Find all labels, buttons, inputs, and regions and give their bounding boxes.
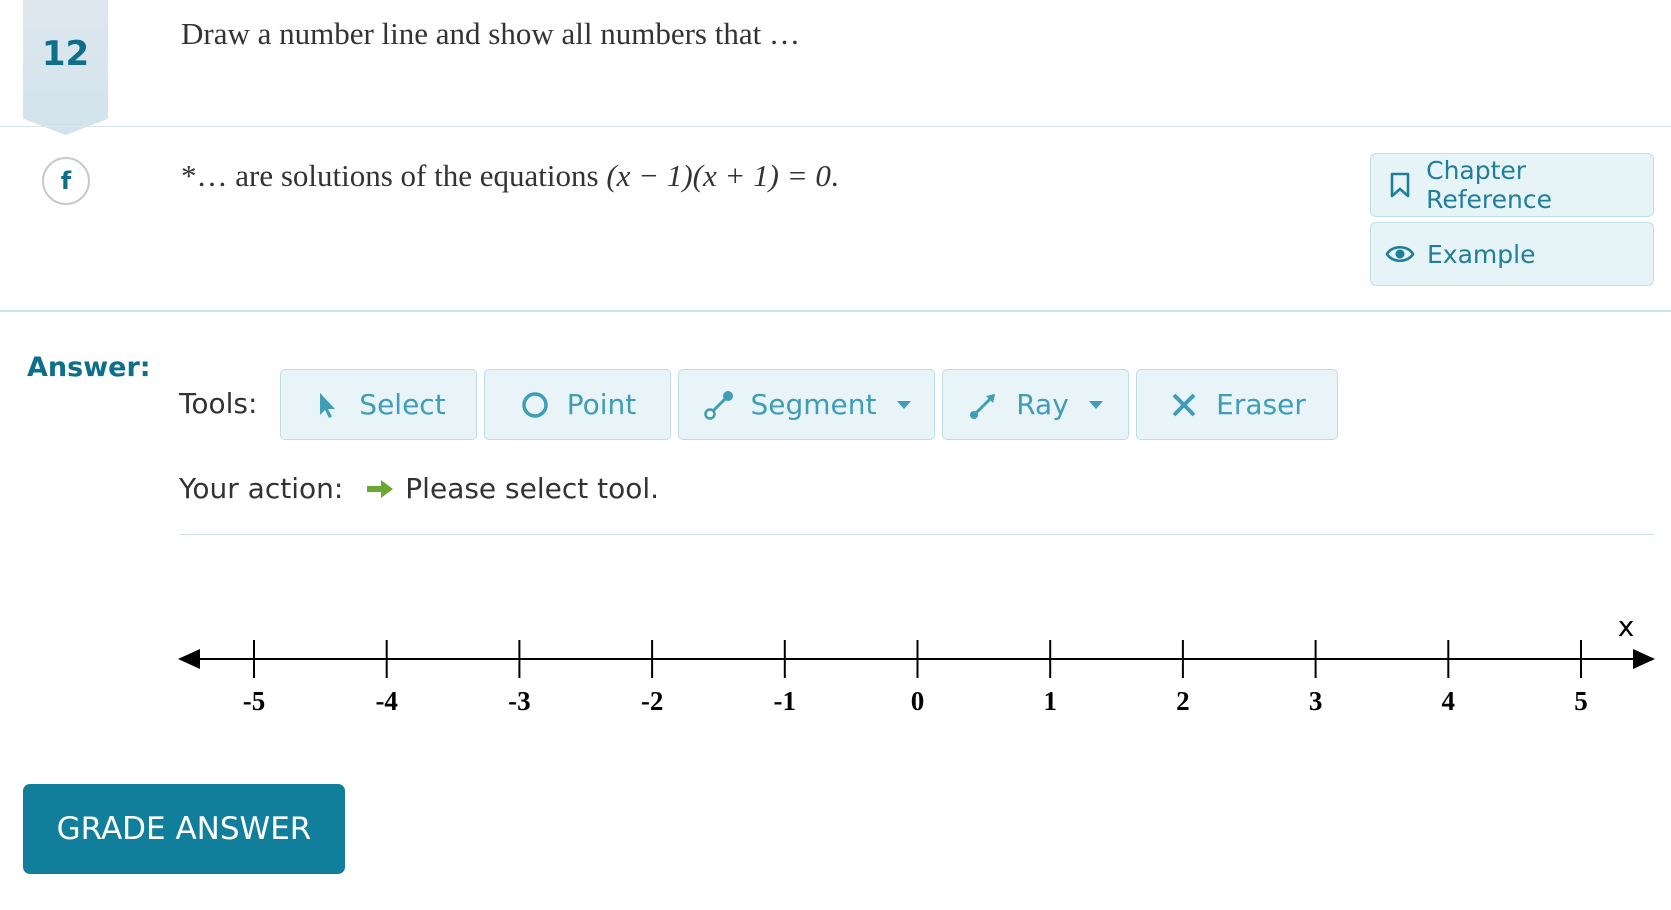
chapter-reference-button[interactable]: Chapter Reference bbox=[1370, 153, 1654, 217]
number-line-tick-label: -3 bbox=[508, 686, 531, 716]
segment-tool-label: Segment bbox=[750, 388, 877, 421]
number-line-tick-label: -1 bbox=[774, 686, 797, 716]
part-text: *… are solutions of the equations (x − 1… bbox=[181, 158, 839, 194]
number-line-tick-label: 2 bbox=[1176, 686, 1190, 716]
number-line-tick-label: -2 bbox=[641, 686, 664, 716]
bookmark-icon bbox=[1385, 170, 1414, 200]
segment-icon bbox=[703, 389, 735, 421]
answer-label: Answer: bbox=[27, 352, 151, 383]
action-status-row: Your action: Please select tool. bbox=[179, 472, 659, 505]
select-tool-button[interactable]: Select bbox=[280, 369, 477, 440]
ray-icon bbox=[968, 389, 1000, 421]
number-line-tick-label: 5 bbox=[1574, 686, 1588, 716]
number-line-tick-label: -4 bbox=[375, 686, 398, 716]
select-tool-label: Select bbox=[359, 388, 446, 421]
divider bbox=[0, 310, 1671, 312]
pointer-icon bbox=[311, 389, 343, 421]
number-line-tick-label: 4 bbox=[1442, 686, 1456, 716]
chevron-down-icon[interactable] bbox=[896, 400, 911, 409]
part-equation: (x − 1)(x + 1) = 0 bbox=[606, 158, 831, 193]
part-text-suffix: . bbox=[830, 158, 839, 193]
divider bbox=[0, 126, 1671, 127]
part-letter-badge: f bbox=[42, 157, 90, 205]
right-arrowhead bbox=[1633, 649, 1655, 669]
example-label: Example bbox=[1427, 239, 1536, 269]
exercise-page: 12 Draw a number line and show all numbe… bbox=[0, 0, 1671, 910]
number-line-tick-label: -5 bbox=[243, 686, 266, 716]
action-status: Please select tool. bbox=[405, 472, 660, 505]
left-arrowhead bbox=[178, 649, 200, 669]
question-prompt: Draw a number line and show all numbers … bbox=[181, 16, 800, 51]
eraser-tool-label: Eraser bbox=[1216, 388, 1306, 421]
eye-icon bbox=[1385, 239, 1415, 269]
point-tool-button[interactable]: Point bbox=[484, 369, 671, 440]
ray-tool-label: Ray bbox=[1016, 388, 1069, 421]
part-text-prefix: *… are solutions of the equations bbox=[181, 158, 607, 193]
eraser-tool-button[interactable]: Eraser bbox=[1136, 369, 1338, 440]
number-line-tick-label: 0 bbox=[911, 686, 925, 716]
tools-label: Tools: bbox=[179, 387, 258, 420]
segment-tool-button[interactable]: Segment bbox=[678, 369, 935, 440]
question-number: 12 bbox=[41, 34, 90, 74]
arrow-right-icon bbox=[365, 478, 395, 500]
number-line-tick-label: 3 bbox=[1309, 686, 1323, 716]
action-label: Your action: bbox=[179, 472, 344, 505]
number-line-canvas[interactable]: x -5 -4 -3 -2 -1 0 1 2 3 4 5 bbox=[0, 600, 1671, 730]
circle-point-icon bbox=[519, 389, 551, 421]
number-line-tick-label: 1 bbox=[1043, 686, 1057, 716]
ray-tool-button[interactable]: Ray bbox=[942, 369, 1129, 440]
chevron-down-icon[interactable] bbox=[1088, 400, 1103, 409]
x-eraser-icon bbox=[1168, 389, 1200, 421]
axis-label: x bbox=[1618, 610, 1635, 643]
number-line-ticks: -5 -4 -3 -2 -1 0 1 2 3 4 5 bbox=[243, 640, 1588, 716]
grade-answer-button[interactable]: GRADE ANSWER bbox=[23, 784, 345, 874]
example-button[interactable]: Example bbox=[1370, 222, 1654, 286]
point-tool-label: Point bbox=[566, 388, 637, 421]
divider bbox=[179, 534, 1654, 535]
chapter-reference-label: Chapter Reference bbox=[1426, 156, 1553, 214]
